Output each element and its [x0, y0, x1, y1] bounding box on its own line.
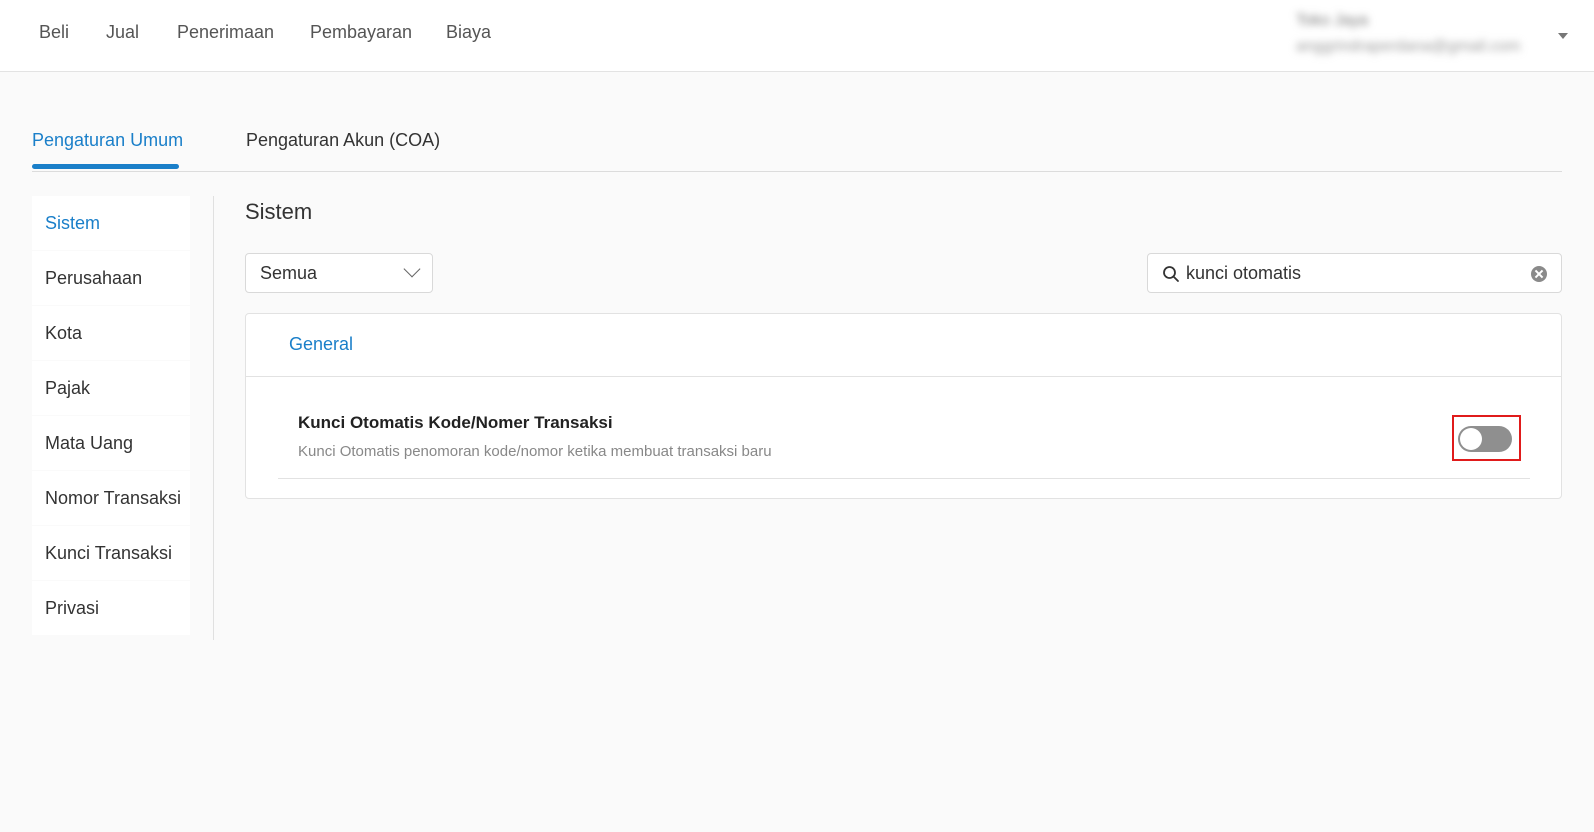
category-filter-select[interactable]: Semua — [245, 253, 433, 293]
search-input[interactable] — [1186, 260, 1516, 286]
sidebar-divider — [213, 196, 214, 640]
page-title: Sistem — [245, 199, 313, 224]
sidebar-item-kota[interactable]: Kota — [32, 306, 190, 360]
nav-item-pembayaran[interactable]: Pembayaran — [310, 22, 412, 43]
sidebar-item-pajak[interactable]: Pajak — [32, 361, 190, 415]
setting-description: Kunci Otomatis penomoran kode/nomor keti… — [298, 443, 772, 460]
search-box[interactable] — [1147, 253, 1562, 293]
setting-title: Kunci Otomatis Kode/Nomer Transaksi — [298, 413, 613, 432]
user-name: Toko Jaya — [1296, 12, 1369, 29]
top-navbar: Beli Jual Penerimaan Pembayaran Biaya To… — [0, 0, 1594, 72]
toggle-knob — [1460, 428, 1482, 450]
sidebar-item-sistem[interactable]: Sistem — [32, 196, 190, 250]
card-header-title: General — [289, 334, 354, 354]
clear-search-icon[interactable] — [1531, 266, 1547, 282]
user-menu[interactable]: Toko Jaya anggrindraperdana@gmail.com — [1296, 10, 1556, 62]
nav-item-biaya[interactable]: Biaya — [446, 22, 491, 43]
active-tab-indicator — [32, 164, 179, 169]
nav-item-jual[interactable]: Jual — [106, 22, 139, 43]
search-icon — [1163, 266, 1179, 282]
sidebar-item-nomor-transaksi[interactable]: Nomor Transaksi — [32, 471, 190, 525]
auto-lock-toggle[interactable] — [1458, 426, 1512, 452]
caret-down-icon[interactable] — [1558, 33, 1568, 39]
sidebar-item-kunci-transaksi[interactable]: Kunci Transaksi — [32, 526, 190, 580]
nav-item-penerimaan[interactable]: Penerimaan — [177, 22, 274, 43]
sidebar-item-mata-uang[interactable]: Mata Uang — [32, 416, 190, 470]
tab-pengaturan-umum[interactable]: Pengaturan Umum — [32, 130, 183, 151]
user-email: anggrindraperdana@gmail.com — [1296, 38, 1521, 55]
card-header: General — [246, 314, 1561, 377]
chevron-down-icon — [403, 260, 421, 278]
sidebar-item-privasi[interactable]: Privasi — [32, 581, 190, 635]
filter-selected-value: Semua — [260, 263, 318, 283]
tab-pengaturan-akun[interactable]: Pengaturan Akun (COA) — [246, 130, 440, 151]
settings-card: General Kunci Otomatis Kode/Nomer Transa… — [245, 313, 1562, 499]
nav-item-beli[interactable]: Beli — [39, 22, 69, 43]
settings-tabs: Pengaturan Umum Pengaturan Akun (COA) — [32, 120, 1562, 172]
setting-row: Kunci Otomatis Kode/Nomer Transaksi Kunc… — [278, 377, 1530, 479]
settings-sidebar: Sistem Perusahaan Kota Pajak Mata Uang N… — [32, 196, 190, 640]
sidebar-item-perusahaan[interactable]: Perusahaan — [32, 251, 190, 305]
